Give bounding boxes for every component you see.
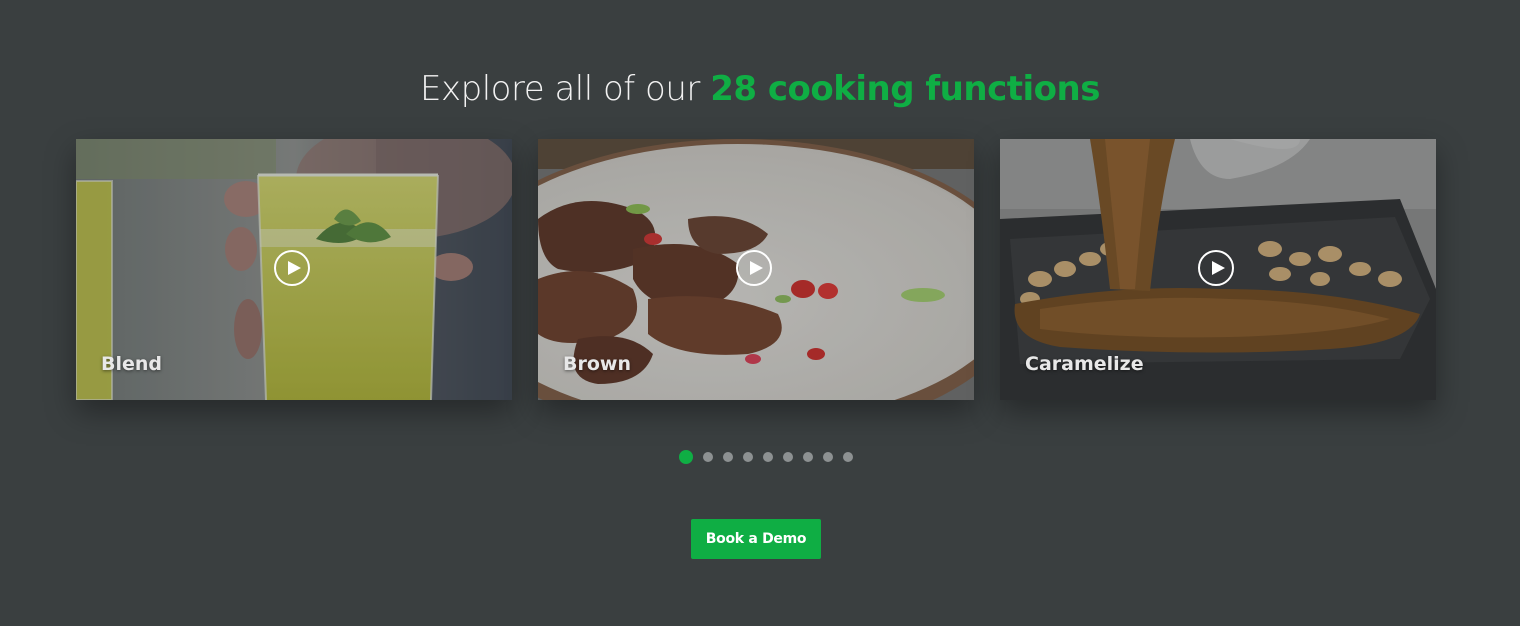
card-label: Caramelize	[1025, 353, 1144, 375]
play-icon[interactable]	[736, 250, 772, 286]
heading-highlight: 28 cooking functions	[710, 68, 1100, 109]
carousel-pagination	[0, 450, 1520, 464]
video-card-brown[interactable]: Brown	[538, 139, 974, 400]
pagination-dot-5[interactable]	[763, 452, 773, 462]
pagination-dot-6[interactable]	[783, 452, 793, 462]
card-label: Brown	[563, 353, 631, 375]
cooking-functions-carousel: Blend Brown Caramelize	[76, 139, 1436, 400]
play-icon[interactable]	[274, 250, 310, 286]
card-label: Blend	[101, 353, 163, 375]
book-demo-button[interactable]: Book a Demo	[691, 519, 821, 559]
pagination-dot-4[interactable]	[743, 452, 753, 462]
pagination-dot-1[interactable]	[679, 450, 693, 464]
pagination-dot-7[interactable]	[803, 452, 813, 462]
play-icon[interactable]	[1198, 250, 1234, 286]
heading-prefix: Explore all of our	[420, 68, 711, 109]
video-card-caramelize[interactable]: Caramelize	[1000, 139, 1436, 400]
pagination-dot-2[interactable]	[703, 452, 713, 462]
pagination-dot-8[interactable]	[823, 452, 833, 462]
section-heading: Explore all of our 28 cooking functions	[0, 67, 1520, 111]
pagination-dot-9[interactable]	[843, 452, 853, 462]
pagination-dot-3[interactable]	[723, 452, 733, 462]
video-card-blend[interactable]: Blend	[76, 139, 512, 400]
